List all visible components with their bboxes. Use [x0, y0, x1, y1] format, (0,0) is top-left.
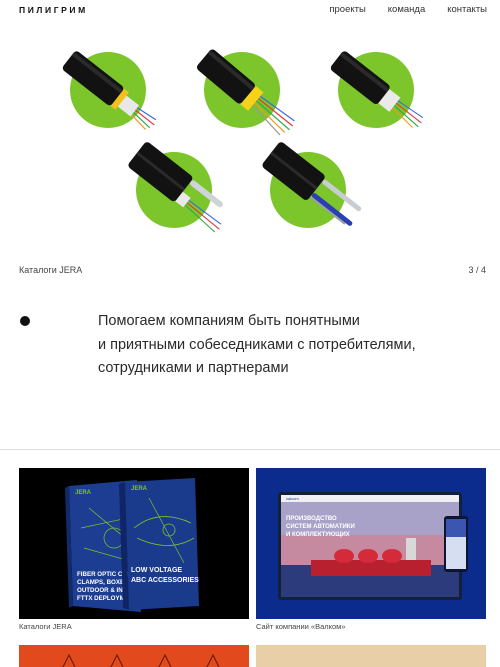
- booklet-line: ABC ACCESSORIES: [131, 577, 199, 584]
- project-card-beige[interactable]: [256, 645, 486, 667]
- section-divider: [0, 449, 500, 450]
- slide-caption[interactable]: Каталоги JERA: [19, 265, 82, 275]
- booklet-brand-right: JERA: [131, 486, 148, 492]
- main-nav: проекты команда контакты: [307, 4, 487, 15]
- mission-line: и приятными собеседниками с потребителям…: [98, 336, 416, 353]
- cable-image: [196, 49, 302, 150]
- cable-image: [62, 50, 168, 150]
- project-image-valcom[interactable]: valcom ПРОИЗВОДСТВО СИСТЕМ АВТОМАТИКИ И …: [256, 468, 486, 619]
- booklet-line: OUTDOOR & IND: [77, 587, 128, 594]
- booklet-brand: JERA: [75, 490, 92, 496]
- site-logo[interactable]: ПИЛИГРИМ: [19, 5, 88, 15]
- project-slider[interactable]: [0, 38, 500, 248]
- bullet-dot: [20, 316, 30, 326]
- site-headline-line: СИСТЕМ АВТОМАТИКИ: [286, 524, 355, 530]
- project-label[interactable]: Каталоги JERA: [19, 622, 249, 631]
- booklet-line: CLAMPS, BOXES: [77, 579, 128, 586]
- cable-image: [330, 50, 436, 150]
- mission-line: Помогаем компаниям быть понятными: [98, 313, 360, 329]
- mission-line: сотрудниками и партнерами: [98, 360, 289, 376]
- project-image-jera[interactable]: JERA FIBER OPTIC CAB CLAMPS, BOXES OUTDO…: [19, 468, 249, 619]
- mission-statement: Помогаем компаниям быть понятными и прия…: [98, 310, 488, 381]
- site-headline-line: И КОМПЛЕКТУЮЩИХ: [286, 532, 350, 538]
- nav-item-team[interactable]: команда: [388, 4, 425, 15]
- project-card-valcom[interactable]: valcom ПРОИЗВОДСТВО СИСТЕМ АВТОМАТИКИ И …: [256, 468, 486, 631]
- booklet-line: LOW VOLTAGE: [131, 567, 182, 574]
- nav-item-projects[interactable]: проекты: [329, 4, 365, 15]
- nav-item-contacts[interactable]: контакты: [447, 4, 487, 15]
- cable-image: [262, 142, 368, 250]
- booklet-line: FTTX DEPLOYME: [77, 595, 129, 602]
- site-header: ПИЛИГРИМ проекты команда контакты: [0, 0, 500, 20]
- slide-counter: 3 / 4: [468, 265, 486, 275]
- site-headline-line: ПРОИЗВОДСТВО: [286, 516, 337, 522]
- cable-image: [128, 142, 234, 250]
- project-label[interactable]: Сайт компании «Валком»: [256, 622, 486, 631]
- project-card-jera[interactable]: JERA FIBER OPTIC CAB CLAMPS, BOXES OUTDO…: [19, 468, 249, 631]
- project-card-orange[interactable]: [19, 645, 249, 667]
- site-brand: valcom: [286, 496, 299, 501]
